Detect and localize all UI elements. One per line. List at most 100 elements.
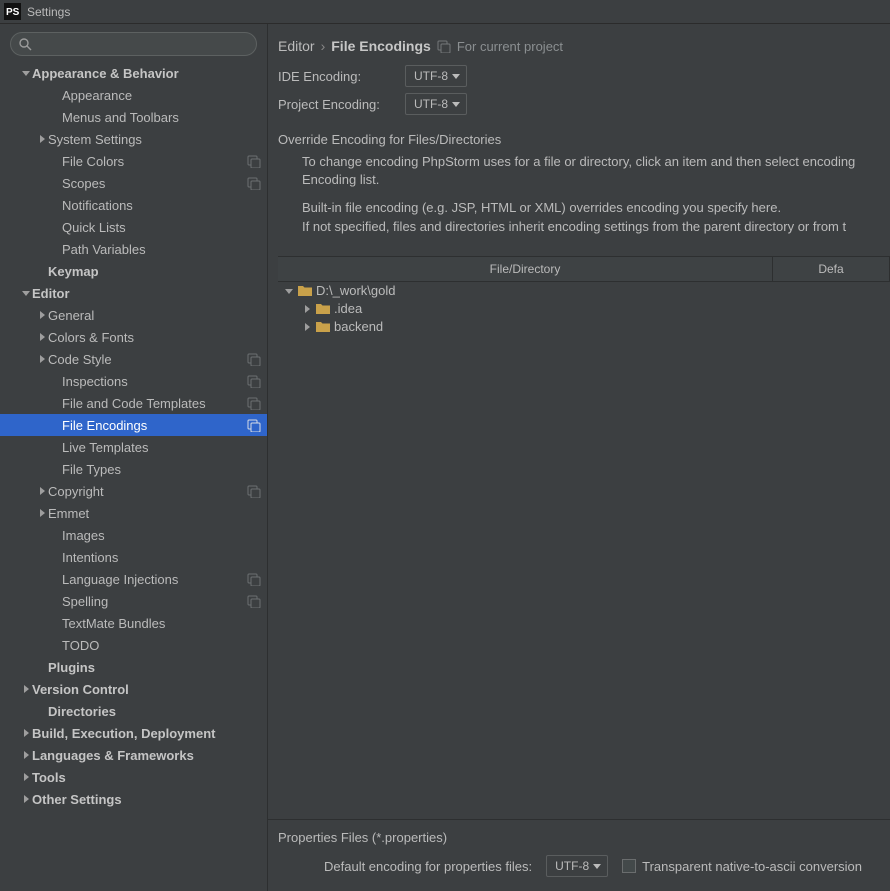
- settings-tree-item[interactable]: Inspections: [0, 370, 267, 392]
- table-row[interactable]: backend: [278, 318, 890, 336]
- properties-title: Properties Files (*.properties): [278, 830, 880, 845]
- tree-item-label: File Types: [62, 462, 261, 477]
- tree-item-label: Live Templates: [62, 440, 261, 455]
- settings-tree-item[interactable]: Spelling: [0, 590, 267, 612]
- folder-icon: [316, 302, 330, 316]
- settings-tree-item[interactable]: Plugins: [0, 656, 267, 678]
- tree-item-label: Menus and Toolbars: [62, 110, 261, 125]
- table-row[interactable]: .idea: [278, 300, 890, 318]
- tree-item-label: Build, Execution, Deployment: [32, 726, 261, 741]
- tree-arrow-icon: [36, 135, 48, 143]
- settings-tree-item[interactable]: Editor: [0, 282, 267, 304]
- settings-tree-item[interactable]: Build, Execution, Deployment: [0, 722, 267, 744]
- tree-item-label: Version Control: [32, 682, 261, 697]
- help-p1: To change encoding PhpStorm uses for a f…: [302, 153, 880, 189]
- search-input[interactable]: [10, 32, 257, 56]
- file-name: backend: [334, 319, 383, 334]
- settings-tree-item[interactable]: Intentions: [0, 546, 267, 568]
- tree-item-label: Languages & Frameworks: [32, 748, 261, 763]
- settings-tree[interactable]: Appearance & Behavior Appearance Menus and…: [0, 62, 267, 891]
- project-encoding-dropdown[interactable]: UTF-8: [405, 93, 467, 115]
- help-text: To change encoding PhpStorm uses for a f…: [268, 153, 890, 254]
- transparent-checkbox[interactable]: [622, 859, 636, 873]
- tree-item-label: File Encodings: [62, 418, 247, 433]
- settings-tree-item[interactable]: TextMate Bundles: [0, 612, 267, 634]
- table-col-default[interactable]: Defa: [773, 257, 890, 282]
- table-col-file[interactable]: File/Directory: [278, 257, 773, 282]
- search-icon: [18, 37, 32, 51]
- settings-tree-item[interactable]: Copyright: [0, 480, 267, 502]
- settings-tree-item[interactable]: Live Templates: [0, 436, 267, 458]
- properties-footer: Properties Files (*.properties) Default …: [268, 819, 890, 891]
- settings-content: Editor › File Encodings For current proj…: [268, 24, 890, 891]
- settings-tree-item[interactable]: Tools: [0, 766, 267, 788]
- breadcrumb-root: Editor: [278, 38, 315, 54]
- tree-item-label: Spelling: [62, 594, 247, 609]
- settings-tree-item[interactable]: Other Settings: [0, 788, 267, 810]
- settings-tree-item[interactable]: Emmet: [0, 502, 267, 524]
- breadcrumb-scope: For current project: [457, 39, 563, 54]
- settings-tree-item[interactable]: Path Variables: [0, 238, 267, 260]
- table-body[interactable]: D:\_work\gold.ideabackend: [278, 282, 890, 819]
- settings-tree-item[interactable]: Appearance: [0, 84, 267, 106]
- tree-item-label: Code Style: [48, 352, 247, 367]
- properties-encoding-dropdown[interactable]: UTF-8: [546, 855, 608, 877]
- project-scope-icon: [247, 154, 261, 168]
- app-icon: PS: [4, 3, 21, 20]
- project-scope-icon: [247, 352, 261, 366]
- tree-item-label: Appearance: [62, 88, 261, 103]
- project-scope-icon: [247, 594, 261, 608]
- settings-tree-item[interactable]: Images: [0, 524, 267, 546]
- project-scope-icon: [247, 176, 261, 190]
- tree-item-label: General: [48, 308, 261, 323]
- breadcrumb-sep: ›: [321, 38, 326, 54]
- settings-tree-item[interactable]: Quick Lists: [0, 216, 267, 238]
- settings-tree-item[interactable]: Menus and Toolbars: [0, 106, 267, 128]
- settings-tree-item[interactable]: System Settings: [0, 128, 267, 150]
- tree-arrow-icon: [36, 311, 48, 319]
- svg-text:PS: PS: [6, 7, 20, 18]
- settings-tree-item[interactable]: File and Code Templates: [0, 392, 267, 414]
- ide-encoding-dropdown[interactable]: UTF-8: [405, 65, 467, 87]
- tree-item-label: Editor: [32, 286, 261, 301]
- project-scope-icon: [437, 39, 451, 53]
- tree-arrow-icon: [36, 509, 48, 517]
- settings-tree-item[interactable]: Keymap: [0, 260, 267, 282]
- settings-tree-item[interactable]: Notifications: [0, 194, 267, 216]
- breadcrumb: Editor › File Encodings For current proj…: [268, 24, 890, 62]
- settings-tree-item[interactable]: Colors & Fonts: [0, 326, 267, 348]
- search-field[interactable]: [10, 32, 257, 56]
- settings-tree-item[interactable]: Language Injections: [0, 568, 267, 590]
- properties-default-label: Default encoding for properties files:: [324, 859, 532, 874]
- settings-tree-item[interactable]: File Colors: [0, 150, 267, 172]
- settings-tree-item[interactable]: File Types: [0, 458, 267, 480]
- tree-arrow-icon: [302, 323, 312, 331]
- table-row[interactable]: D:\_work\gold: [278, 282, 890, 300]
- settings-tree-item[interactable]: Appearance & Behavior: [0, 62, 267, 84]
- tree-item-label: Tools: [32, 770, 261, 785]
- tree-item-label: Language Injections: [62, 572, 247, 587]
- tree-item-label: Inspections: [62, 374, 247, 389]
- settings-tree-item[interactable]: Code Style: [0, 348, 267, 370]
- settings-tree-item[interactable]: General: [0, 304, 267, 326]
- help-p3: If not specified, files and directories …: [302, 218, 880, 236]
- tree-item-label: Images: [62, 528, 261, 543]
- settings-tree-item[interactable]: Scopes: [0, 172, 267, 194]
- tree-item-label: Other Settings: [32, 792, 261, 807]
- tree-arrow-icon: [20, 751, 32, 759]
- settings-tree-item[interactable]: Version Control: [0, 678, 267, 700]
- settings-tree-item[interactable]: TODO: [0, 634, 267, 656]
- tree-item-label: Scopes: [62, 176, 247, 191]
- tree-item-label: Quick Lists: [62, 220, 261, 235]
- tree-arrow-icon: [20, 773, 32, 781]
- project-scope-icon: [247, 418, 261, 432]
- tree-arrow-icon: [20, 729, 32, 737]
- tree-arrow-icon: [20, 685, 32, 693]
- tree-item-label: Copyright: [48, 484, 247, 499]
- settings-tree-item[interactable]: Directories: [0, 700, 267, 722]
- folder-icon: [298, 284, 312, 298]
- settings-tree-item[interactable]: File Encodings: [0, 414, 267, 436]
- tree-arrow-icon: [20, 795, 32, 803]
- chevron-down-icon: [452, 72, 460, 80]
- settings-tree-item[interactable]: Languages & Frameworks: [0, 744, 267, 766]
